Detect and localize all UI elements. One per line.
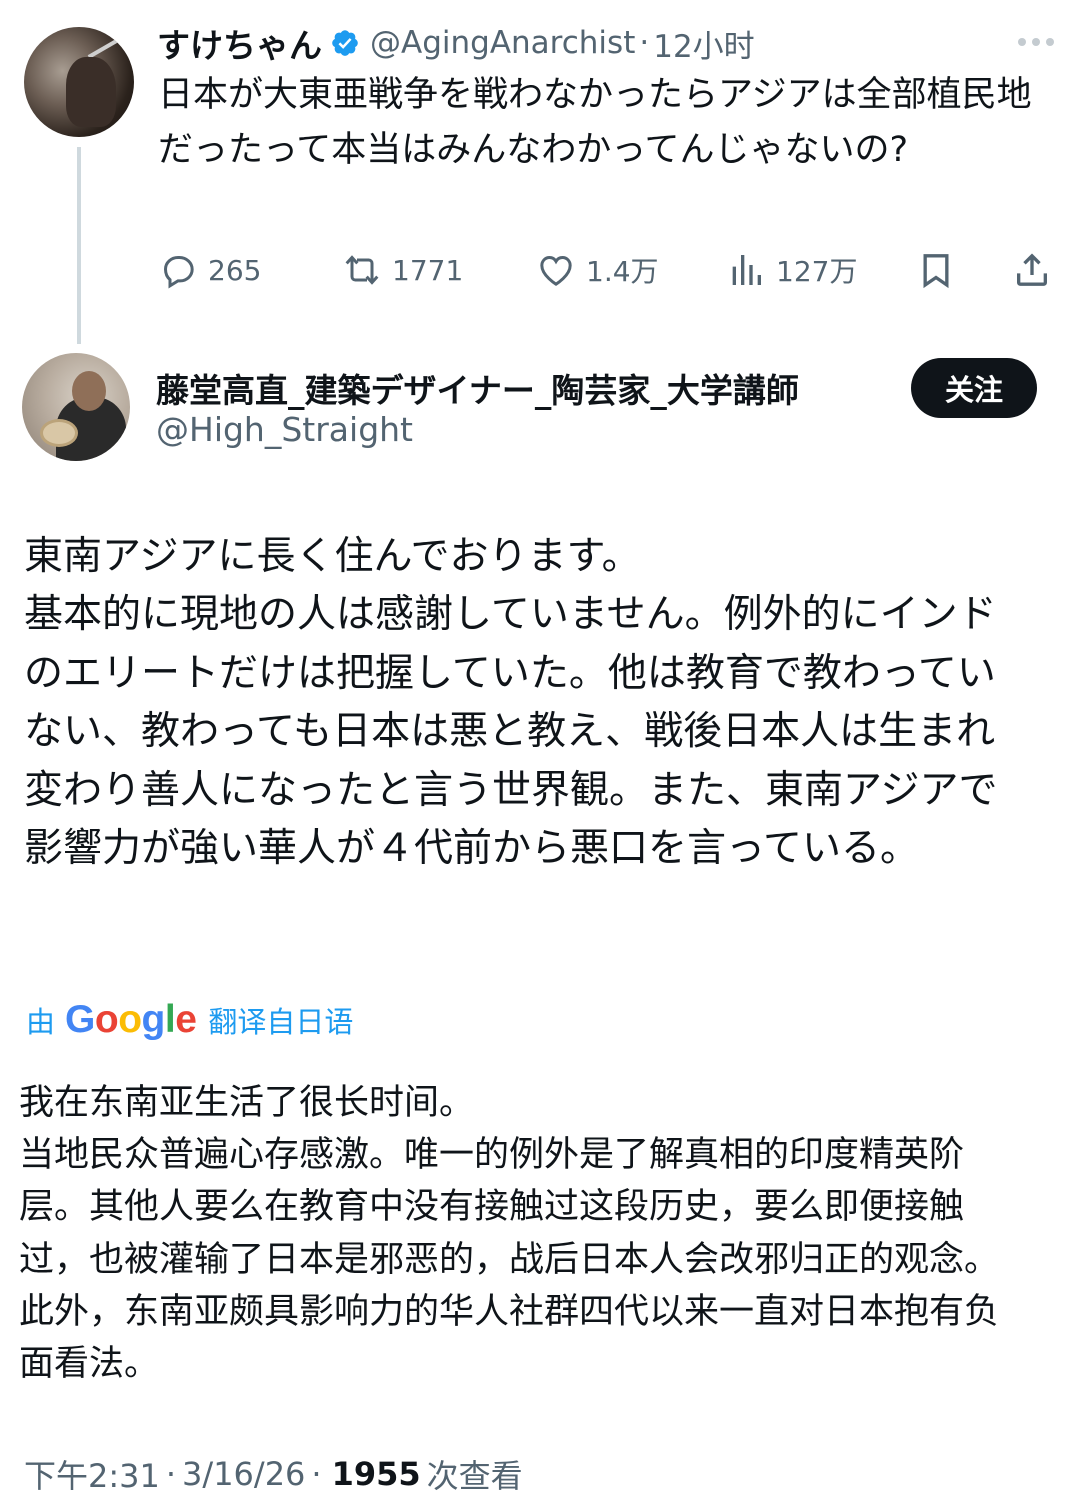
like-count: 1.4万 — [586, 255, 659, 288]
translation-attribution[interactable]: 由 Google 翻译自日语 — [26, 995, 353, 1045]
more-icon[interactable] — [1018, 38, 1054, 48]
reply-handle[interactable]: @High_Straight — [156, 410, 413, 449]
retweet-button[interactable]: 1771 — [342, 245, 463, 295]
share-icon — [1017, 253, 1047, 286]
parent-tweet-text: 日本が大東亜戦争を戦わなかったらアジアは全部植民地だったって本当はみんなわかって… — [158, 75, 1032, 170]
retweet-count: 1771 — [392, 253, 464, 287]
verified-badge-icon — [332, 30, 358, 56]
meta-separator: · — [311, 1455, 322, 1493]
parent-tweet-header: すけちゃん @AgingAnarchist · 12小时 — [157, 20, 755, 66]
reply-icon — [163, 256, 194, 289]
reply-tweet-text: 東南アジアに長く住んでおります。 基本的に現地の人は感謝していません。例外的にイ… — [24, 534, 998, 872]
tweet-date[interactable]: 3/16/26 — [182, 1455, 305, 1493]
translation-source-label: 翻译自日语 — [208, 1005, 354, 1039]
retweet-icon — [345, 255, 379, 285]
share-button[interactable] — [1012, 245, 1062, 295]
follow-button[interactable]: 关注 — [911, 358, 1037, 418]
reply-display-name[interactable]: 藤堂高直_建築デザイナー_陶芸家_大学講師 — [156, 364, 799, 412]
translated-tweet-text: 我在东南亚生活了很长时间。 当地民众普遍心存感激。唯一的例外是了解真相的印度精英… — [19, 1083, 1000, 1385]
avatar-figure-shape — [66, 57, 116, 127]
like-button[interactable]: 1.4万 — [536, 245, 659, 295]
tweet-views-count: 1955 — [331, 1455, 421, 1493]
avatar-microphone-shape — [87, 35, 125, 59]
meta-separator: · — [165, 1455, 177, 1493]
avatar-high-straight[interactable] — [22, 353, 130, 461]
like-icon — [540, 255, 572, 286]
google-logo: Google — [65, 998, 197, 1041]
parent-display-name[interactable]: すけちゃん — [157, 19, 322, 67]
tweet-views-label: 次查看 — [426, 1457, 523, 1495]
parent-handle[interactable]: @AgingAnarchist — [370, 25, 635, 61]
translation-by-label: 由 — [26, 1005, 56, 1039]
tweet-meta: 下午2:31 · 3/16/26 · 1955 次查看 — [24, 1451, 523, 1497]
header-separator: · — [639, 25, 650, 61]
views-button[interactable]: 127万 — [726, 245, 857, 295]
reply-count: 265 — [208, 253, 262, 287]
avatar-sukechan[interactable] — [24, 27, 134, 137]
bookmark-button[interactable] — [916, 245, 966, 295]
parent-action-bar: 265 1771 1.4万 127万 — [158, 245, 1058, 295]
reply-button[interactable]: 265 — [158, 245, 261, 295]
parent-timestamp[interactable]: 12小时 — [653, 21, 754, 66]
bookmark-icon — [923, 254, 949, 289]
views-icon — [732, 255, 761, 285]
views-count: 127万 — [776, 255, 858, 288]
avatar-pottery-shape — [40, 419, 78, 447]
thread-connector-line — [77, 147, 81, 344]
avatar-head-shape — [72, 371, 106, 411]
tweet-time[interactable]: 下午2:31 — [24, 1451, 160, 1497]
